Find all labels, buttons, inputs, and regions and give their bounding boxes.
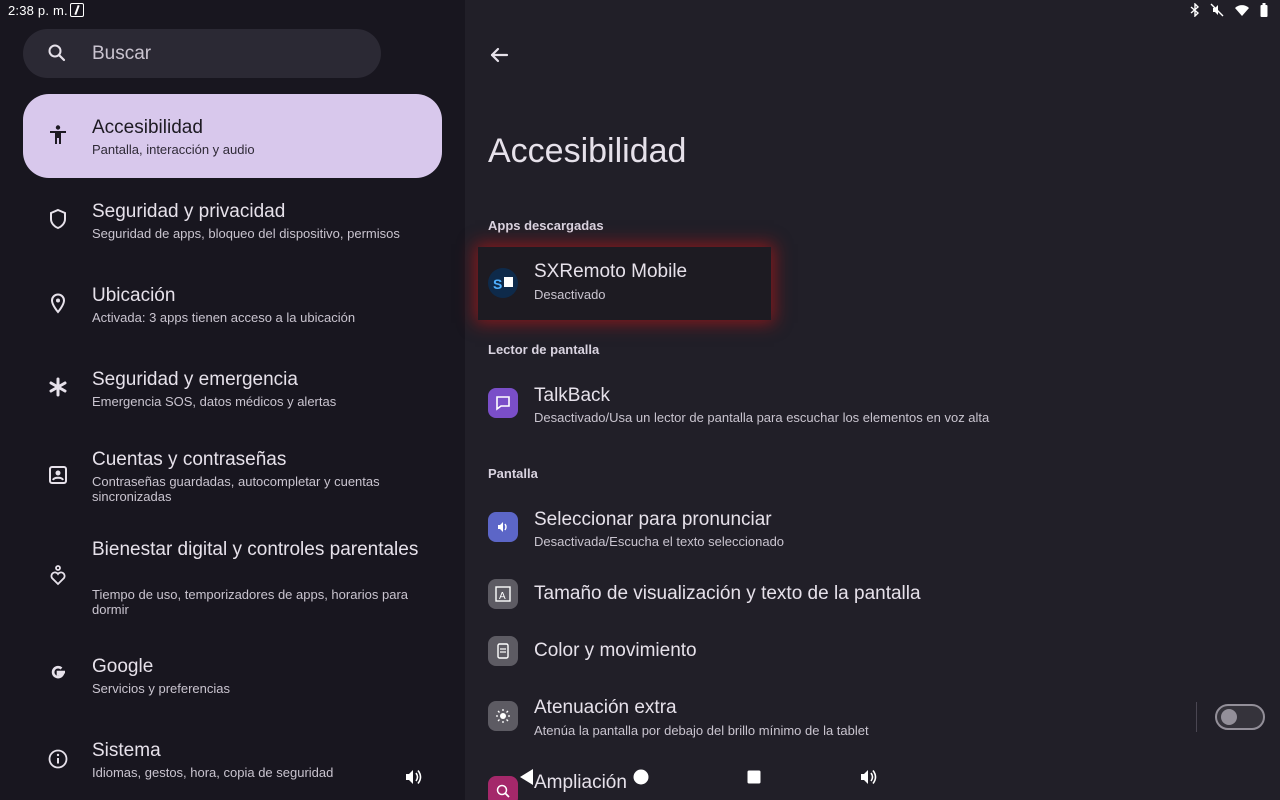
sidebar-item-seguridad-privacidad[interactable]: Seguridad y privacidad Seguridad de apps…	[23, 180, 442, 260]
back-button[interactable]	[487, 42, 513, 68]
location-pin-icon	[47, 292, 69, 314]
svg-text:A: A	[499, 591, 506, 602]
row-subtitle: Desactivada/Escucha el texto seleccionad…	[534, 534, 785, 549]
sidebar-item-title: Ubicación	[92, 285, 176, 306]
asterisk-icon	[47, 376, 69, 398]
back-icon	[518, 769, 536, 790]
talkback-icon	[488, 388, 518, 418]
row-select-to-speak[interactable]: Seleccionar para pronunciar Desactivada/…	[478, 496, 1238, 562]
app-notification-icon	[70, 3, 84, 17]
nav-home-button[interactable]	[632, 768, 650, 791]
row-display-size[interactable]: A Tamaño de visualización y texto de la …	[478, 570, 1238, 620]
bluetooth-icon	[1190, 3, 1200, 17]
sidebar-item-subtitle: Seguridad de apps, bloqueo del dispositi…	[92, 226, 400, 241]
toggle-divider	[1196, 702, 1197, 732]
extra-dim-toggle[interactable]	[1215, 704, 1265, 730]
row-title: Ampliación	[534, 772, 627, 793]
row-talkback[interactable]: TalkBack Desactivado/Usa un lector de pa…	[478, 372, 1238, 438]
text-size-icon: A	[488, 579, 518, 609]
sidebar-item-cuentas[interactable]: Cuentas y contraseñas Contraseñas guarda…	[23, 430, 442, 522]
arrow-left-icon	[487, 47, 513, 72]
page-title: Accesibilidad	[488, 132, 687, 170]
sidebar-item-title: Seguridad y emergencia	[92, 369, 298, 390]
recents-icon	[746, 770, 762, 789]
google-icon	[47, 662, 69, 684]
sidebar-item-sistema[interactable]: Sistema Idiomas, gestos, hora, copia de …	[23, 722, 442, 786]
sidebar-item-subtitle: Servicios y preferencias	[92, 681, 230, 696]
section-label-display: Pantalla	[488, 466, 538, 481]
sidebar-item-title: Bienestar digital y controles parentales	[92, 539, 419, 560]
brightness-icon	[488, 701, 518, 731]
section-label-screen-reader: Lector de pantalla	[488, 342, 600, 357]
row-title: Tamaño de visualización y texto de la pa…	[534, 583, 921, 604]
section-label-downloaded: Apps descargadas	[488, 218, 604, 233]
volume-icon	[403, 770, 423, 791]
search-bar[interactable]: Buscar	[23, 29, 381, 78]
info-icon	[47, 748, 69, 770]
sidebar-item-seguridad-emergencia[interactable]: Seguridad y emergencia Emergencia SOS, d…	[23, 348, 442, 428]
row-title: SXRemoto Mobile	[534, 261, 688, 282]
svg-text:S: S	[493, 276, 502, 292]
search-icon	[47, 43, 67, 68]
color-motion-icon	[488, 636, 518, 666]
search-placeholder: Buscar	[92, 43, 152, 64]
wellbeing-icon	[47, 564, 69, 586]
row-subtitle: Desactivado	[534, 287, 606, 302]
sidebar-item-subtitle: Pantalla, interacción y audio	[92, 142, 255, 157]
sidebar-item-title: Cuentas y contraseñas	[92, 449, 287, 470]
sidebar-item-subtitle: Contraseñas guardadas, autocompletar y c…	[92, 474, 380, 504]
row-title: TalkBack	[534, 385, 611, 406]
row-subtitle: Atenúa la pantalla por debajo del brillo…	[534, 723, 869, 738]
volume-button-right[interactable]	[858, 767, 878, 792]
sxremoto-app-icon: S	[488, 268, 518, 298]
volume-button-left[interactable]	[403, 767, 423, 792]
toggle-knob	[1221, 709, 1237, 725]
sidebar-item-accesibilidad[interactable]: Accesibilidad Pantalla, interacción y au…	[23, 94, 442, 178]
row-sxremoto-mobile[interactable]: S SXRemoto Mobile Desactivado	[478, 247, 771, 320]
shield-icon	[47, 208, 69, 230]
row-color-motion[interactable]: Color y movimiento	[478, 627, 1238, 677]
sidebar-item-ubicacion[interactable]: Ubicación Activada: 3 apps tienen acceso…	[23, 264, 442, 344]
status-time: 2:38 p. m.	[8, 3, 68, 18]
sidebar-item-title: Google	[92, 656, 154, 677]
row-extra-dim[interactable]: Atenuación extra Atenúa la pantalla por …	[478, 684, 1238, 750]
sidebar-item-subtitle: Tiempo de uso, temporizadores de apps, h…	[92, 587, 409, 617]
row-title: Atenuación extra	[534, 697, 677, 718]
volume-icon	[858, 770, 878, 791]
sidebar-item-subtitle: Emergencia SOS, datos médicos y alertas	[92, 394, 337, 409]
mute-icon	[1210, 3, 1224, 17]
row-title: Seleccionar para pronunciar	[534, 509, 772, 530]
sidebar-item-bienestar[interactable]: Bienestar digital y controles parentales…	[23, 524, 442, 634]
sidebar-item-title: Seguridad y privacidad	[92, 201, 286, 222]
row-title: Color y movimiento	[534, 640, 697, 661]
nav-recents-button[interactable]	[746, 769, 762, 790]
battery-icon	[1260, 3, 1268, 17]
select-to-speak-icon	[488, 512, 518, 542]
row-subtitle: Desactivado/Usa un lector de pantalla pa…	[534, 410, 990, 425]
sidebar-item-title: Sistema	[92, 740, 161, 761]
account-box-icon	[47, 464, 69, 486]
accessibility-icon	[47, 124, 69, 146]
home-icon	[632, 769, 650, 790]
sidebar-item-subtitle: Activada: 3 apps tienen acceso a la ubic…	[92, 310, 356, 325]
sidebar-item-google[interactable]: Google Servicios y preferencias	[23, 636, 442, 712]
nav-back-button[interactable]	[518, 768, 536, 791]
wifi-icon	[1234, 4, 1250, 17]
sidebar-item-subtitle: Idiomas, gestos, hora, copia de segurida…	[92, 765, 334, 780]
status-icons	[1190, 3, 1268, 17]
magnify-icon	[488, 776, 518, 800]
sidebar-item-title: Accesibilidad	[92, 117, 203, 138]
